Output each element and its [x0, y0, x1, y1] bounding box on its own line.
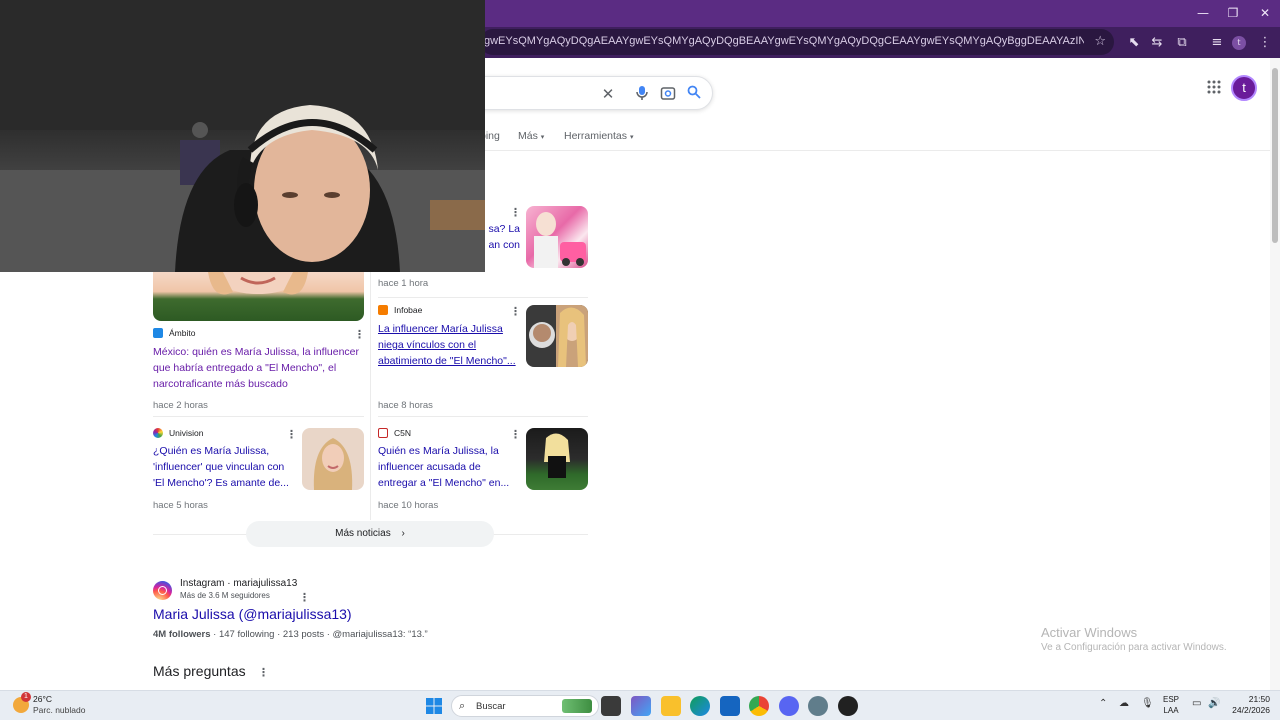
infobae-logo-icon: [378, 305, 388, 315]
translate-extension-icon[interactable]: ⇆: [1148, 34, 1166, 52]
taskbar-search-input[interactable]: ⌕ Buscar: [451, 695, 599, 717]
news-source: Infobae: [378, 305, 422, 315]
restore-button[interactable]: ❐: [1218, 4, 1248, 22]
news-age: hace 5 horas: [153, 500, 208, 511]
scrollbar-thumb[interactable]: [1272, 68, 1278, 243]
news-age: hace 8 horas: [378, 400, 433, 411]
discord-icon[interactable]: [779, 696, 799, 716]
instagram-logo-icon: [153, 581, 172, 600]
store-icon[interactable]: [720, 696, 740, 716]
news-age: hace 1 hora: [378, 278, 429, 289]
volume-icon[interactable]: 🔊: [1208, 698, 1220, 709]
news-headline[interactable]: ¿Quién es María Julissa, 'influencer' qu…: [153, 443, 298, 491]
network-icon[interactable]: ▭: [1192, 698, 1201, 709]
address-bar[interactable]: gwEYsQMYgAQyDQgAEAAYgwEYsQMYgAQyDQgBEAAY…: [480, 29, 1114, 55]
news-age: hace 2 horas: [153, 400, 208, 411]
search-icon: ⌕: [459, 699, 466, 712]
search-icon[interactable]: [685, 85, 703, 103]
chrome-icon[interactable]: [749, 696, 769, 716]
news-row-divider: [378, 297, 588, 298]
edge-icon[interactable]: [690, 696, 710, 716]
news-thumbnail[interactable]: [153, 272, 364, 321]
copilot-icon[interactable]: [631, 696, 651, 716]
news-source: C5N: [378, 428, 411, 438]
univision-logo-icon: [153, 428, 163, 438]
news-row-divider: [153, 416, 364, 417]
close-button[interactable]: ✕: [1250, 4, 1280, 22]
lens-search-icon[interactable]: [659, 85, 677, 103]
chevron-up-icon[interactable]: ⌃: [1099, 698, 1107, 709]
microphone-icon[interactable]: 🎙: [1141, 698, 1154, 709]
clear-search-icon[interactable]: ✕: [599, 85, 617, 103]
chevron-down-icon: ▾: [540, 134, 545, 141]
webcam-person-image: [0, 0, 485, 272]
more-options-icon[interactable]: ⋮: [286, 430, 297, 441]
more-news-button[interactable]: Más noticias ›: [246, 521, 494, 547]
account-avatar[interactable]: t: [1231, 75, 1257, 101]
tab-tools[interactable]: Herramientas ▾: [564, 130, 633, 142]
windows-start-icon[interactable]: [424, 696, 444, 716]
page-scrollbar[interactable]: [1270, 58, 1280, 690]
file-explorer-icon[interactable]: [661, 696, 681, 716]
taskbar-search-label: Buscar: [476, 701, 506, 712]
language-indicator[interactable]: ESP LAA: [1163, 694, 1179, 716]
windows-taskbar: 1 26°C Parc. nublado ⌕ Buscar ⌃ ☁ 🎙 ESP L…: [0, 690, 1280, 720]
result-followers: Más de 3.6 M seguidores: [180, 591, 270, 600]
more-options-icon[interactable]: ⋮: [354, 330, 365, 341]
obs-icon[interactable]: [838, 696, 858, 716]
more-options-icon[interactable]: ⋮: [299, 593, 310, 604]
webcam-overlay: [0, 0, 485, 272]
news-thumbnail[interactable]: [526, 206, 588, 268]
reading-list-icon[interactable]: ≡: [1208, 34, 1226, 52]
weather-badge: 1: [21, 692, 31, 702]
url-text[interactable]: gwEYsQMYgAQyDQgAEAAYgwEYsQMYgAQyDQgBEAAY…: [484, 35, 1084, 47]
news-source: Univision: [153, 428, 204, 438]
voice-search-icon[interactable]: [633, 85, 651, 103]
chevron-down-icon: ▾: [629, 134, 634, 141]
news-headline-fragment[interactable]: sa? La: [480, 221, 520, 237]
ambito-logo-icon: [153, 328, 163, 338]
minimize-button[interactable]: —: [1188, 4, 1218, 22]
news-headline-fragment[interactable]: an con: [480, 237, 520, 253]
news-row-divider: [378, 416, 588, 417]
google-apps-icon[interactable]: [1205, 80, 1223, 98]
chrome-menu-icon[interactable]: ⋮: [1256, 34, 1274, 52]
search-highlight-icon: [562, 699, 592, 713]
weather-condition[interactable]: Parc. nublado: [33, 705, 85, 715]
task-view-icon[interactable]: [601, 696, 621, 716]
news-headline[interactable]: México: quién es María Julissa, la influ…: [153, 344, 365, 392]
bookmark-star-icon[interactable]: ☆: [1094, 33, 1106, 49]
news-thumbnail[interactable]: [302, 428, 364, 490]
tab-more[interactable]: Más ▾: [518, 130, 544, 142]
more-options-icon[interactable]: ⋮: [510, 430, 521, 441]
people-also-ask-heading: Más preguntas: [153, 663, 246, 679]
extensions-puzzle-icon[interactable]: ⧉: [1173, 34, 1191, 52]
more-options-icon[interactable]: ⋮: [510, 208, 521, 219]
c5n-logo-icon: [378, 428, 388, 438]
news-headline[interactable]: Quién es María Julissa, la influencer ac…: [378, 443, 520, 491]
activation-watermark-subtitle: Ve a Configuración para activar Windows.: [1041, 642, 1227, 653]
extension-cursor-icon[interactable]: ⬉: [1125, 34, 1143, 52]
news-thumbnail[interactable]: [526, 428, 588, 490]
settings-gear-icon[interactable]: [808, 696, 828, 716]
news-thumbnail[interactable]: [526, 305, 588, 367]
weather-temp[interactable]: 26°C: [33, 694, 52, 704]
news-headline[interactable]: La influencer María Julissa niega víncul…: [378, 321, 520, 369]
news-source: Ámbito: [153, 328, 195, 338]
profile-avatar-icon[interactable]: t: [1232, 36, 1246, 50]
chevron-right-icon: ›: [401, 528, 405, 539]
more-options-icon[interactable]: ⋮: [258, 668, 269, 679]
result-stats: 4M followers · 147 following · 213 posts…: [153, 629, 428, 640]
more-options-icon[interactable]: ⋮: [510, 307, 521, 318]
activation-watermark-title: Activar Windows: [1041, 625, 1138, 640]
onedrive-icon[interactable]: ☁: [1119, 698, 1129, 709]
system-clock[interactable]: 21:50 24/2/2026: [1226, 694, 1270, 716]
result-title-link[interactable]: Maria Julissa (@mariajulissa13): [153, 606, 352, 622]
news-age: hace 10 horas: [378, 500, 439, 511]
result-site[interactable]: Instagram · mariajulissa13: [180, 578, 297, 589]
